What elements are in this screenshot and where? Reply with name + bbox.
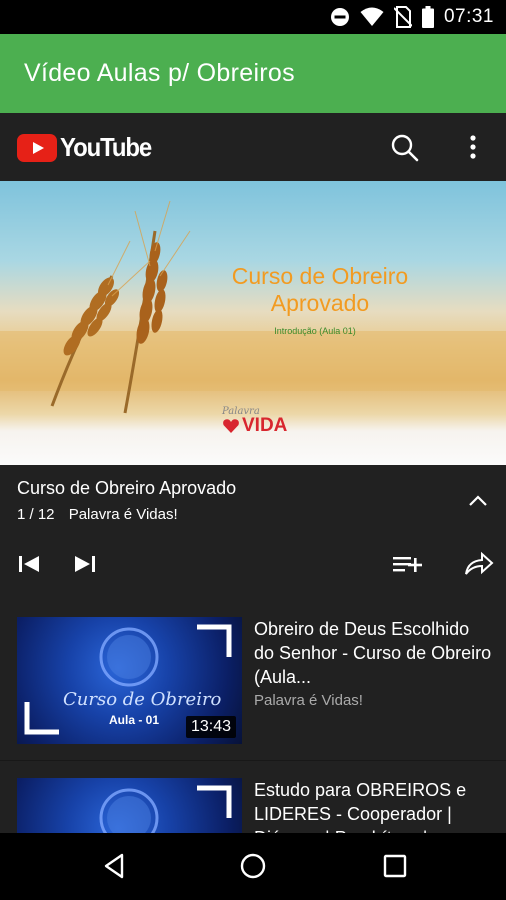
skip-next-icon[interactable] — [73, 551, 97, 577]
navigation-bar — [0, 833, 506, 900]
video-thumbnail[interactable] — [17, 778, 242, 833]
playlist-meta: 1 / 12 Palavra é Vidas! — [17, 506, 178, 523]
video-list: Curso de Obreiro Aula - 01 13:43 Obreiro… — [0, 600, 506, 833]
wifi-icon — [360, 7, 384, 26]
status-bar: 07:31 — [0, 0, 506, 34]
share-icon[interactable] — [464, 551, 494, 577]
app-bar: Vídeo Aulas p/ Obreiros — [0, 34, 506, 113]
youtube-play-icon — [17, 133, 57, 162]
search-icon[interactable] — [390, 133, 420, 163]
no-sim-icon — [393, 6, 412, 28]
list-item[interactable]: Estudo para OBREIROS e LIDERES - Coopera… — [0, 761, 506, 833]
status-time: 07:31 — [443, 6, 494, 27]
thumbnail-script: Curso de Obreiro — [63, 689, 222, 710]
vida-logo: VIDA — [222, 415, 287, 437]
video-channel: Palavra é Vidas! — [254, 692, 363, 709]
playlist-title[interactable]: Curso de Obreiro Aprovado — [17, 478, 236, 499]
do-not-disturb-icon — [330, 8, 349, 26]
add-to-playlist-icon[interactable] — [392, 551, 424, 577]
playlist-position: 1 / 12 — [17, 506, 55, 523]
skip-previous-icon[interactable] — [17, 551, 41, 577]
back-icon[interactable] — [100, 851, 130, 881]
thumbnail-label: Aula - 01 — [109, 713, 160, 727]
youtube-header: YouTube — [0, 113, 506, 181]
list-item[interactable]: Curso de Obreiro Aula - 01 13:43 Obreiro… — [0, 600, 506, 760]
more-vert-icon[interactable] — [462, 133, 484, 163]
youtube-logo[interactable]: YouTube — [17, 132, 159, 163]
playlist-channel: Palavra é Vidas! — [68, 506, 178, 523]
video-title[interactable]: Obreiro de Deus Escolhido do Senhor - Cu… — [254, 617, 494, 689]
battery-icon — [421, 6, 434, 28]
app-title: Vídeo Aulas p/ Obreiros — [24, 59, 295, 87]
youtube-logo-text: YouTube — [60, 132, 152, 162]
playlist-panel: Curso de Obreiro Aprovado 1 / 12 Palavra… — [0, 465, 506, 600]
chevron-up-icon[interactable] — [466, 489, 490, 513]
heart-icon — [223, 419, 239, 433]
video-duration: 13:43 — [185, 716, 236, 738]
video-player[interactable]: Curso de Obreiro Aprovado Introdução (Au… — [0, 181, 506, 465]
thumbnail-title: Curso de Obreiro Aprovado — [231, 263, 409, 316]
video-thumbnail[interactable]: Curso de Obreiro Aula - 01 13:43 — [17, 617, 242, 744]
thumbnail-frame — [99, 785, 232, 833]
video-title[interactable]: Estudo para OBREIROS e LIDERES - Coopera… — [254, 778, 494, 833]
brand-name: VIDA — [242, 415, 288, 436]
status-icons: 07:31 — [330, 6, 494, 28]
thumbnail-subtitle: Introdução (Aula 01) — [274, 326, 356, 336]
recent-apps-icon[interactable] — [380, 851, 410, 881]
home-icon[interactable] — [238, 851, 268, 881]
